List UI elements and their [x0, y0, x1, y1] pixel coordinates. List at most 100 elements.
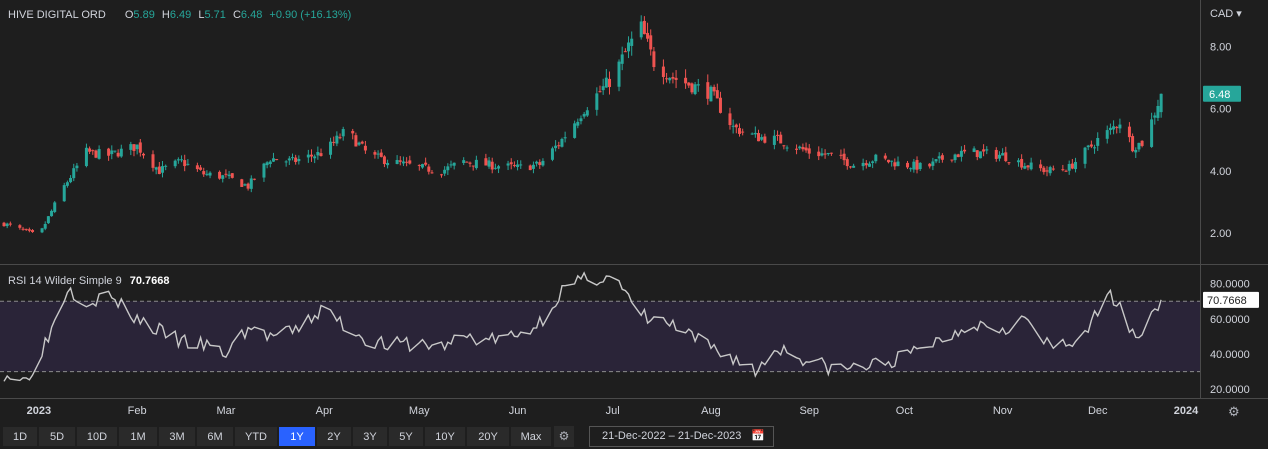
candle-body — [620, 54, 624, 64]
range-button-ytd[interactable]: YTD — [234, 426, 278, 447]
candle-body — [665, 78, 669, 80]
candle-body — [753, 132, 757, 135]
candle-body — [760, 137, 764, 140]
candle-body — [750, 133, 754, 135]
candle-body — [97, 149, 101, 159]
candle-body — [497, 166, 501, 169]
range-button-5d[interactable]: 5D — [38, 426, 76, 447]
candle-body — [1026, 165, 1030, 168]
candle-body — [848, 166, 852, 168]
candle-body — [630, 38, 634, 46]
candle-body — [154, 167, 158, 170]
candle-body — [1045, 170, 1049, 172]
candle-body — [424, 162, 428, 165]
candle-body — [376, 153, 380, 155]
date-range-picker[interactable]: 21-Dec-2022 – 21-Dec-2023 📅 — [589, 426, 774, 447]
candle-body — [373, 152, 377, 155]
candle-body — [287, 158, 291, 161]
range-button-5y[interactable]: 5Y — [388, 426, 424, 447]
candle-body — [1118, 124, 1122, 129]
currency-label: CAD — [1210, 8, 1234, 20]
candle-body — [43, 223, 47, 229]
candle-body — [737, 128, 741, 134]
candle-body — [135, 144, 139, 150]
candle-body — [341, 129, 345, 137]
candle-body — [516, 164, 520, 168]
candle-body — [465, 161, 469, 163]
candle-body — [931, 161, 935, 166]
price-tick-label: 4.00 — [1210, 166, 1231, 178]
range-button-2y[interactable]: 2Y — [316, 426, 352, 447]
candle-body — [731, 125, 735, 127]
candle-body — [284, 161, 288, 163]
range-button-3m[interactable]: 3M — [158, 426, 196, 447]
candle-body — [715, 90, 719, 99]
candle-body — [46, 216, 50, 224]
last-price-label: 6.48 — [1209, 89, 1230, 101]
range-button-1m[interactable]: 1M — [118, 426, 158, 447]
candle-body — [113, 150, 117, 152]
candle-body — [449, 164, 453, 166]
high-label: H — [161, 9, 170, 21]
candle-body — [8, 223, 12, 225]
rsi-value: 70.7668 — [129, 275, 170, 287]
candle-body — [195, 165, 199, 170]
candle-body — [994, 149, 998, 159]
candle-body — [1105, 130, 1109, 139]
candle-body — [693, 84, 697, 95]
candle-body — [1061, 169, 1065, 171]
candle-body — [1096, 138, 1100, 146]
candle-body — [107, 148, 111, 156]
candle-body — [950, 159, 954, 161]
range-button-max[interactable]: Max — [510, 426, 552, 447]
candle-body — [690, 83, 694, 93]
change-value: +0.90 (+16.13%) — [269, 9, 352, 21]
candle-body — [953, 154, 957, 161]
candle-body — [937, 156, 941, 159]
candle-body — [1089, 144, 1093, 147]
range-button-10y[interactable]: 10Y — [424, 426, 466, 447]
gear-icon[interactable]: ⚙ — [554, 426, 574, 447]
candle-body — [646, 32, 650, 39]
range-button-1d[interactable]: 1D — [2, 426, 38, 447]
candle-body — [354, 135, 358, 147]
candle-body — [956, 154, 960, 158]
candle-body — [642, 20, 646, 35]
instrument-name: HIVE DIGITAL ORD — [8, 9, 106, 21]
range-button-20y[interactable]: 20Y — [466, 426, 510, 447]
candle-body — [75, 165, 79, 169]
candle-body — [306, 154, 310, 158]
candle-body — [649, 35, 653, 50]
candle-body — [512, 165, 516, 167]
candle-body — [40, 228, 44, 233]
range-button-10d[interactable]: 10D — [76, 426, 118, 447]
time-tick-label: Mar — [216, 405, 235, 417]
candle-body — [24, 228, 28, 230]
candle-body — [202, 171, 206, 175]
candle-body — [240, 179, 244, 187]
candle-body — [2, 222, 6, 227]
candle-body — [290, 157, 294, 159]
range-button-6m[interactable]: 6M — [196, 426, 234, 447]
time-tick-label: 2024 — [1174, 405, 1199, 417]
candle-body — [608, 78, 612, 88]
range-button-3y[interactable]: 3Y — [352, 426, 388, 447]
candle-body — [982, 149, 986, 152]
candle-body — [183, 160, 187, 167]
candle-body — [484, 158, 488, 166]
candle-body — [360, 141, 364, 144]
candle-body — [405, 161, 409, 163]
candle-body — [728, 113, 732, 126]
candle-body — [439, 174, 443, 176]
candle-body — [84, 147, 88, 167]
currency-selector[interactable]: CAD ▾ — [1210, 7, 1242, 20]
chart-canvas[interactable]: 2.00 4.00 6.00 8.00 20.0000 40.0000 60.0000 80… — [0, 0, 1268, 425]
candle-body — [31, 230, 35, 233]
candle-body — [401, 161, 405, 164]
gear-icon[interactable]: ⚙ — [1228, 404, 1240, 420]
candle-body — [262, 163, 266, 178]
time-tick-label: Sep — [799, 405, 819, 417]
range-button-1y[interactable]: 1Y — [278, 426, 316, 447]
low-value: 5.71 — [204, 9, 226, 21]
candle-body — [906, 162, 910, 168]
